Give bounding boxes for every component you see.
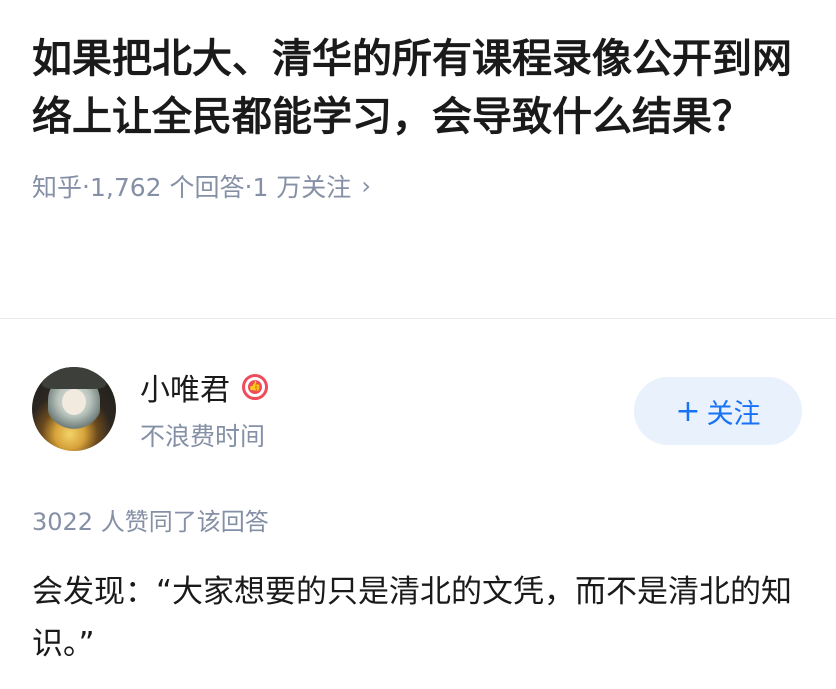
plus-icon: + xyxy=(675,393,701,429)
follow-button[interactable]: + 关注 xyxy=(634,377,802,445)
follow-label: 关注 xyxy=(706,398,761,430)
meta-separator: · xyxy=(244,171,253,201)
avatar-face xyxy=(62,389,86,415)
author-name[interactable]: 小唯君 xyxy=(140,365,230,409)
follower-count: 1 万关注 xyxy=(252,173,352,202)
source-label: 知乎 xyxy=(32,173,83,202)
avatar[interactable] xyxy=(32,367,116,451)
chevron-right-icon: › xyxy=(361,172,371,200)
question-header: 如果把北大、清华的所有课程录像公开到网络上让全民都能学习，会导致什么结果？ 知乎… xyxy=(32,30,812,204)
answer-count: 1,762 个回答 xyxy=(89,173,245,202)
thumbs-up-badge-icon[interactable]: 👍 xyxy=(242,374,268,400)
question-title[interactable]: 如果把北大、清华的所有课程录像公开到网络上让全民都能学习，会导致什么结果？ xyxy=(32,30,812,146)
divider xyxy=(0,318,836,319)
meta-separator: · xyxy=(82,171,90,201)
author-bio: 不浪费时间 xyxy=(140,422,266,451)
question-meta[interactable]: 知乎 · 1,762 个回答 · 1 万关注 › xyxy=(32,168,812,204)
author-card: 小唯君 👍 不浪费时间 + 关注 xyxy=(32,365,812,457)
author-name-row: 小唯君 👍 xyxy=(140,365,268,409)
answer-content[interactable]: 会发现：“大家想要的只是清北的文凭，而不是清北的知识。” xyxy=(32,566,812,670)
vote-count: 3022 人赞同了该回答 xyxy=(32,508,269,536)
avatar-hat xyxy=(42,367,106,389)
